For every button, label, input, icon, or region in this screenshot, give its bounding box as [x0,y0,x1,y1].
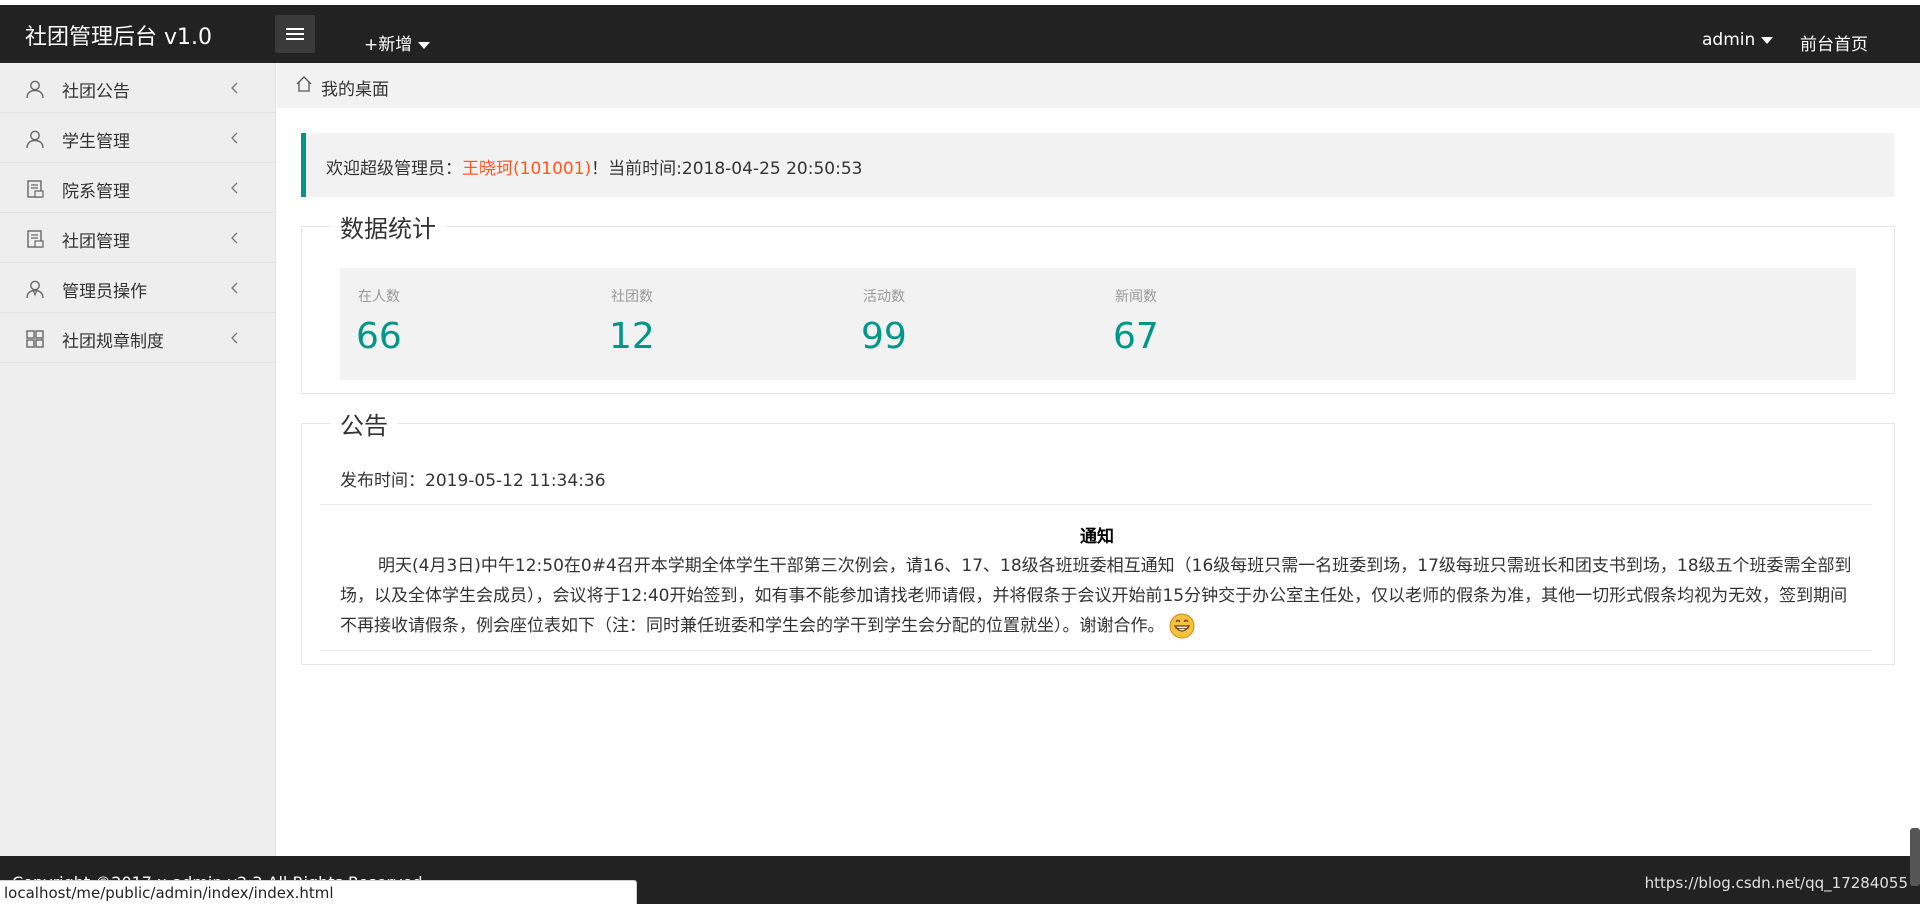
stat-activities[interactable]: 活动数 99 [845,268,1097,380]
stat-value: 12 [609,316,655,357]
publish-time: 发布时间：2019-05-12 11:34:36 [340,471,606,491]
admin-name: 王晓珂(101001) [462,159,592,179]
sidebar-item-label: 院系管理 [62,182,130,202]
status-url: localhost/me/public/admin/index/index.ht… [4,884,334,902]
welcome-text: 欢迎超级管理员：王晓珂(101001)！当前时间:2018-04-25 20:5… [326,154,862,179]
sidebar-item-label: 社团管理 [62,232,130,252]
user-icon [26,130,44,149]
notice-body: 明天(4月3日)中午12:50在0#4召开本学期全体学生干部第三次例会，请16、… [340,551,1860,641]
stat-value: 99 [861,316,907,357]
top-navbar: 社团管理后台 v1.0 +新增 admin 前台首页 [0,0,1920,63]
chevron-left-icon [231,182,238,194]
chevron-left-icon [231,82,238,94]
front-page-link[interactable]: 前台首页 [1800,30,1868,55]
user-menu-dropdown[interactable]: admin [1702,30,1774,50]
user-menu-label: admin [1702,30,1756,50]
chevron-left-icon [231,132,238,144]
chevron-left-icon [231,232,238,244]
breadcrumb: 我的桌面 [277,63,1920,108]
caret-down-icon [1761,36,1774,44]
sidebar-item-departments[interactable]: 院系管理 [0,163,275,213]
sidebar-item-announcements[interactable]: 社团公告 [0,63,275,113]
notice-title: 通知 [1080,527,1114,547]
stat-value: 67 [1113,316,1159,357]
sidebar-toggle-button[interactable] [275,15,315,53]
sidebar-item-label: 管理员操作 [62,282,147,302]
notice-panel-title: 公告 [330,406,398,441]
stat-value: 66 [356,316,402,357]
user-icon [26,80,44,99]
welcome-banner: 欢迎超级管理员：王晓珂(101001)！当前时间:2018-04-25 20:5… [301,133,1894,197]
stats-box: 在人数 66 社团数 12 活动数 99 新闻数 67 [340,268,1856,380]
watermark-text: https://blog.csdn.net/qq_17284055 [1644,874,1908,892]
sidebar-item-regulations[interactable]: 社团规章制度 [0,313,275,363]
document-icon [27,230,44,248]
stat-label: 新闻数 [1115,289,1157,305]
sidebar-item-label: 社团公告 [62,82,130,102]
stat-members[interactable]: 在人数 66 [340,268,592,380]
caret-down-icon [418,41,431,49]
chevron-left-icon [231,332,238,344]
divider [320,504,1872,505]
sidebar-item-students[interactable]: 学生管理 [0,113,275,163]
sidebar-item-label: 社团规章制度 [62,332,164,352]
stat-label: 活动数 [863,289,905,305]
grin-emoji-icon [1169,613,1194,639]
home-icon [296,76,312,92]
sidebar-item-admin-ops[interactable]: 管理员操作 [0,263,275,313]
stat-news[interactable]: 新闻数 67 [1097,268,1349,380]
app-title: 社团管理后台 v1.0 [25,25,213,50]
divider [320,650,1872,651]
document-icon [27,180,44,198]
browser-status-bar: localhost/me/public/admin/index/index.ht… [0,880,637,904]
stat-clubs[interactable]: 社团数 12 [593,268,845,380]
hamburger-icon [286,28,304,40]
new-dropdown[interactable]: +新增 [364,30,431,55]
scrollbar-handle[interactable] [1910,828,1920,886]
welcome-prefix: 欢迎超级管理员： [326,159,462,179]
notice-body-text: 明天(4月3日)中午12:50在0#4召开本学期全体学生干部第三次例会，请16、… [340,556,1852,636]
stat-label: 社团数 [611,289,653,305]
grid-icon [26,330,44,348]
welcome-suffix: ！当前时间:2018-04-25 20:50:53 [591,159,863,179]
new-dropdown-label: +新增 [364,35,413,55]
breadcrumb-current[interactable]: 我的桌面 [321,75,389,100]
sidebar-item-label: 学生管理 [62,132,130,152]
stat-label: 在人数 [358,289,400,305]
sidebar-item-clubs[interactable]: 社团管理 [0,213,275,263]
sidebar: 社团公告 学生管理 院系管理 社团管理 管理员操作 社团规章制度 [0,63,276,856]
chevron-left-icon [231,282,238,294]
admin-user-icon [26,280,44,299]
stats-panel-title: 数据统计 [330,209,446,244]
